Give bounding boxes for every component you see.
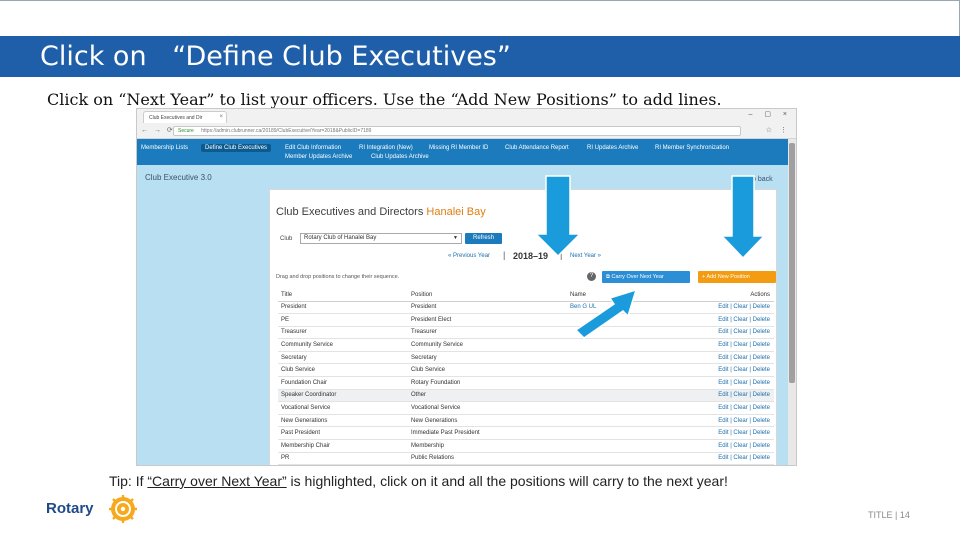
slide-footer: TITLE | 14: [868, 510, 910, 520]
rotary-logo: Rotary: [46, 494, 146, 524]
callout-arrow-add-position: [720, 175, 766, 260]
tip-highlight: “Carry over Next Year”: [147, 473, 287, 489]
callout-arrows: [534, 175, 766, 339]
tip-text: Tip: If “Carry over Next Year” is highli…: [109, 473, 728, 489]
callout-arrow-carry-over: [574, 288, 638, 339]
callout-arrow-next-year: [534, 175, 582, 258]
rotary-wheel-icon: [109, 495, 137, 523]
tip-suffix: is highlighted, click on it and all the …: [286, 473, 728, 489]
tip-prefix: Tip: If: [109, 473, 148, 489]
logo-text: Rotary: [46, 500, 94, 517]
